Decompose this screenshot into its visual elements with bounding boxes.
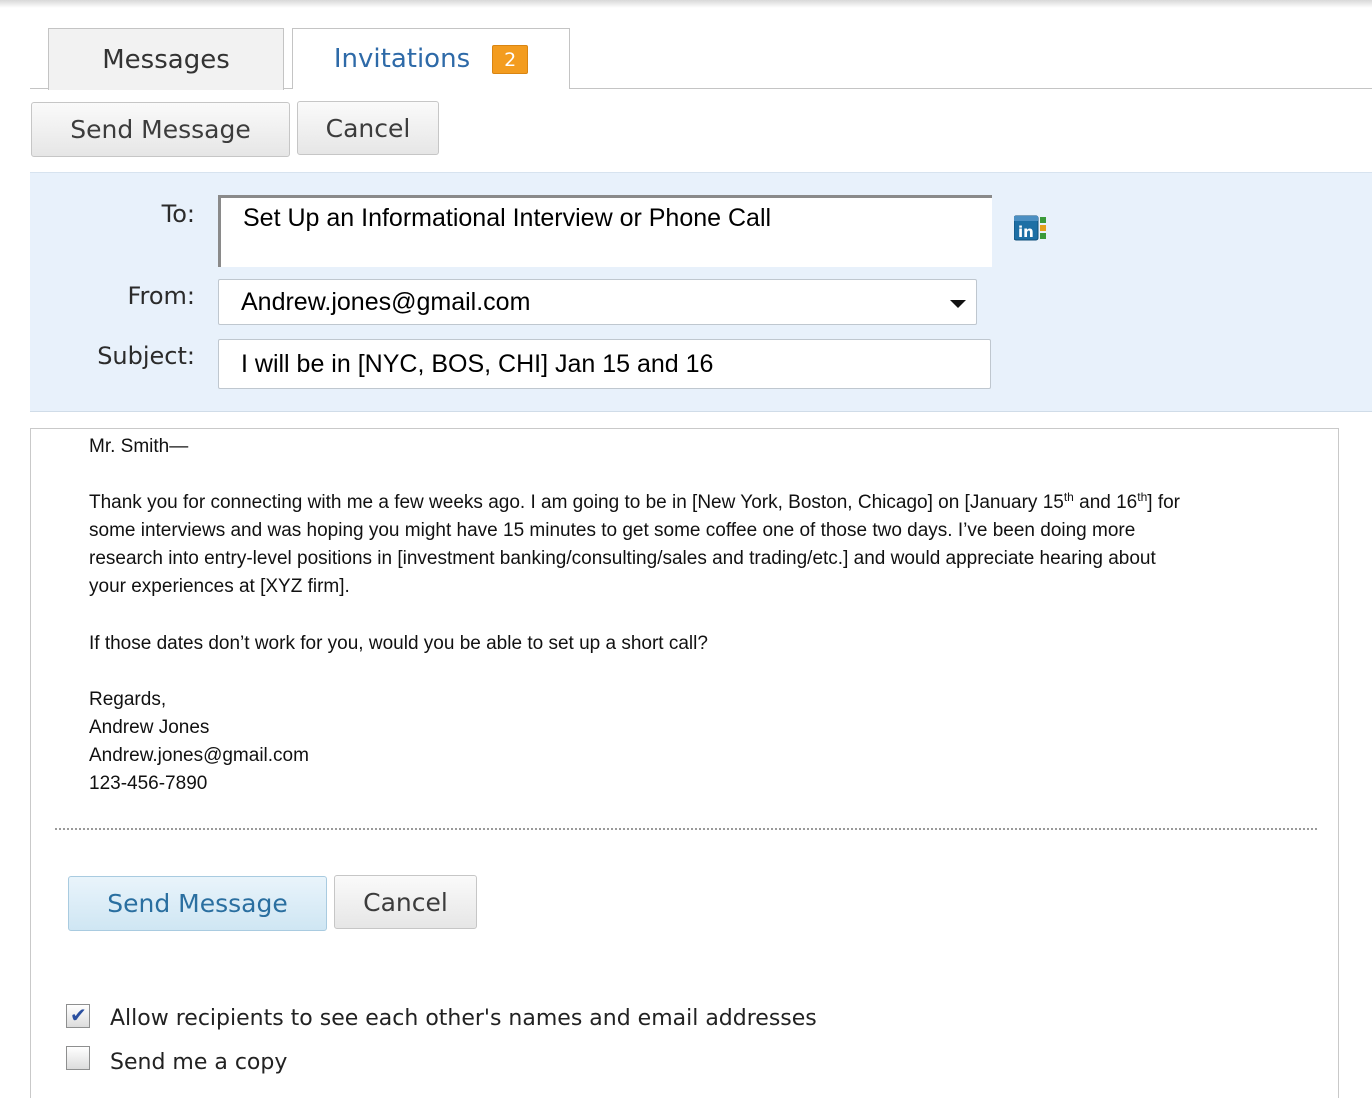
send-message-button[interactable]: Send Message bbox=[68, 876, 327, 931]
paragraph-1-line-1: Thank you for connecting with me a few w… bbox=[89, 489, 1180, 517]
p1-text-b: and 16 bbox=[1073, 492, 1138, 513]
cancel-button[interactable]: Cancel bbox=[334, 875, 477, 929]
tab-messages-label: Messages bbox=[102, 44, 230, 75]
send-message-button-top[interactable]: Send Message bbox=[31, 102, 290, 157]
to-field[interactable]: Set Up an Informational Interview or Pho… bbox=[218, 195, 992, 267]
paragraph-1-line-4: your experiences at [XYZ firm]. bbox=[89, 576, 350, 597]
to-label: To: bbox=[161, 200, 195, 228]
subject-label: Subject: bbox=[97, 342, 195, 370]
from-select[interactable]: Andrew.jones@gmail.com bbox=[218, 279, 977, 325]
signature-name: Andrew Jones bbox=[89, 717, 210, 738]
allow-recipients-label: Allow recipients to see each other's nam… bbox=[110, 1006, 817, 1031]
p1-sup-1: th bbox=[1063, 490, 1074, 504]
subject-value: I will be in [NYC, BOS, CHI] Jan 15 and … bbox=[241, 349, 714, 378]
tab-messages[interactable]: Messages bbox=[48, 28, 284, 90]
tab-invitations-label: Invitations bbox=[333, 44, 471, 74]
linkedin-address-book-icon[interactable]: in bbox=[1014, 211, 1048, 243]
paragraph-2: If those dates don’t work for you, would… bbox=[89, 633, 708, 654]
svg-text:in: in bbox=[1018, 223, 1034, 241]
to-value: Set Up an Informational Interview or Pho… bbox=[243, 204, 772, 232]
dotted-divider bbox=[55, 828, 1317, 830]
signature-email: Andrew.jones@gmail.com bbox=[89, 745, 309, 766]
top-shadow bbox=[0, 0, 1372, 8]
from-label: From: bbox=[127, 282, 195, 310]
dropdown-caret-icon bbox=[950, 300, 966, 308]
signature-phone: 123-456-7890 bbox=[89, 773, 208, 794]
paragraph-1-line-2: some interviews and was hoping you might… bbox=[89, 520, 1136, 541]
signoff: Regards, bbox=[89, 689, 167, 710]
p1-text-c: ] for bbox=[1147, 492, 1181, 513]
from-value: Andrew.jones@gmail.com bbox=[241, 287, 531, 316]
send-copy-label: Send me a copy bbox=[110, 1050, 288, 1075]
send-copy-checkbox[interactable] bbox=[66, 1046, 90, 1070]
paragraph-1-line-3: research into entry-level positions in [… bbox=[89, 548, 1156, 569]
tab-invitations[interactable]: Invitations 2 bbox=[292, 28, 570, 89]
checkmark-icon: ✔ bbox=[70, 1005, 87, 1027]
p1-text-a: Thank you for connecting with me a few w… bbox=[89, 492, 1064, 513]
allow-recipients-checkbox[interactable]: ✔ bbox=[66, 1004, 90, 1028]
subject-input[interactable]: I will be in [NYC, BOS, CHI] Jan 15 and … bbox=[218, 339, 991, 389]
cancel-button-top[interactable]: Cancel bbox=[297, 101, 439, 155]
p1-sup-2: th bbox=[1137, 490, 1148, 504]
greeting: Mr. Smith— bbox=[89, 436, 189, 457]
invitations-count-badge: 2 bbox=[492, 44, 529, 74]
